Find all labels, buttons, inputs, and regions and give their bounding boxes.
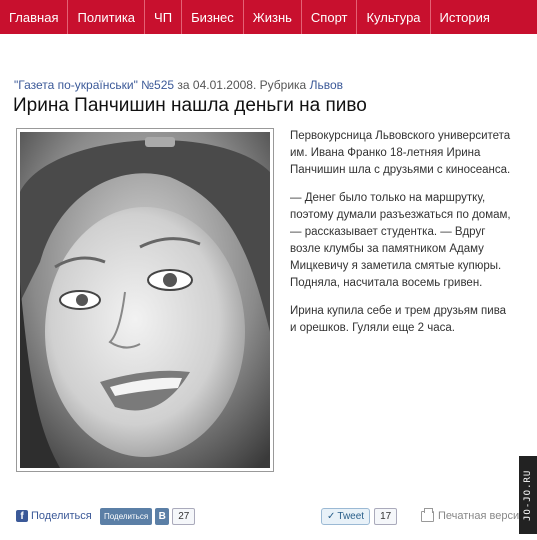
nav-item-politics[interactable]: Политика <box>68 0 146 34</box>
print-version-link[interactable]: Печатная верси <box>421 507 520 522</box>
nav-item-history[interactable]: История <box>431 0 499 34</box>
article-date: за 04.01.2008. <box>177 78 257 92</box>
site-watermark: JO-JO.RU <box>519 456 537 534</box>
article-paragraph: — Денег было только на маршрутку, поэтом… <box>290 192 511 289</box>
facebook-icon: f <box>16 510 28 522</box>
nav-item-life[interactable]: Жизнь <box>244 0 302 34</box>
tweet-count: 17 <box>374 508 398 525</box>
article-paragraph: Первокурсница Львовского университета им… <box>290 130 511 176</box>
facebook-share-label: Поделиться <box>31 510 92 522</box>
article-meta: "Газета по-українськи" №525 за 04.01.200… <box>14 78 343 92</box>
rubric-prefix: Рубрика <box>259 78 307 92</box>
share-bar: f Поделиться Поделиться В 27 ✓ Tweet 17 … <box>16 507 537 528</box>
tweet-label-box: ✓ Tweet <box>321 508 371 525</box>
top-navigation: Главная Политика ЧП Бизнес Жизнь Спорт К… <box>0 0 537 34</box>
article-photo <box>16 128 274 472</box>
nav-item-main[interactable]: Главная <box>0 0 69 34</box>
rubric-link[interactable]: Львов <box>310 78 343 92</box>
nav-item-incidents[interactable]: ЧП <box>145 0 183 34</box>
article-body: Первокурсница Львовского университета им… <box>290 128 515 348</box>
article-title: Ирина Панчишин нашла деньги на пиво <box>13 95 367 116</box>
tweet-button[interactable]: ✓ Tweet 17 <box>321 508 398 525</box>
vk-share-label: Поделиться <box>100 508 153 525</box>
printer-icon <box>421 507 434 522</box>
vk-icon: В <box>155 508 170 525</box>
twitter-bird-icon: ✓ <box>327 511 336 522</box>
facebook-share-button[interactable]: f Поделиться <box>16 510 92 522</box>
print-version-label: Печатная верси <box>438 510 520 522</box>
vk-share-button[interactable]: Поделиться В 27 <box>100 508 196 525</box>
portrait-image <box>20 132 270 468</box>
article-paragraph: Ирина купила себе и трем друзьям пива и … <box>290 305 507 334</box>
vk-share-count: 27 <box>172 508 196 525</box>
nav-item-culture[interactable]: Культура <box>357 0 431 34</box>
nav-item-sport[interactable]: Спорт <box>302 0 358 34</box>
source-link[interactable]: "Газета по-українськи" №525 <box>14 78 174 92</box>
tweet-label: Tweet <box>337 511 365 522</box>
nav-item-business[interactable]: Бизнес <box>182 0 244 34</box>
